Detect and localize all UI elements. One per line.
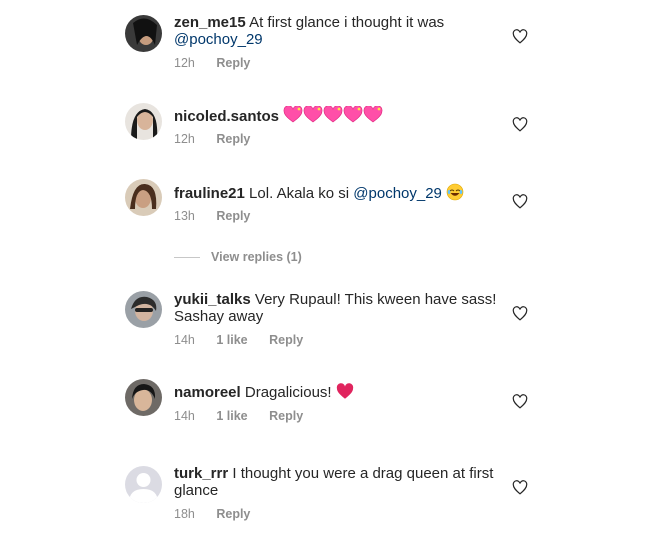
timestamp: 18h (174, 507, 195, 521)
mention-link[interactable]: @pochoy_29 (353, 185, 442, 202)
username[interactable]: zen_me15 (174, 14, 246, 31)
comment-text: At first glance i thought it was (249, 14, 445, 31)
timestamp: 14h (174, 409, 195, 423)
divider-line (174, 257, 200, 259)
heart-outline-icon[interactable] (512, 306, 528, 321)
reply-button[interactable]: Reply (216, 507, 250, 521)
red-heart-emoji (336, 383, 354, 404)
username[interactable]: frauline21 (174, 185, 245, 202)
laughing-face-emoji (446, 183, 464, 205)
timestamp: 12h (174, 56, 195, 70)
reply-button[interactable]: Reply (216, 56, 250, 70)
heart-outline-icon[interactable] (512, 480, 528, 495)
likes-count[interactable]: 1 like (216, 333, 247, 347)
avatar[interactable] (125, 466, 162, 503)
avatar[interactable] (125, 291, 162, 328)
view-replies-label: View replies (1) (211, 250, 302, 264)
reply-button[interactable]: Reply (269, 409, 303, 423)
sparkling-heart-emojis (283, 105, 383, 128)
avatar[interactable] (125, 103, 162, 140)
avatar[interactable] (125, 15, 162, 52)
heart-outline-icon[interactable] (512, 394, 528, 409)
comment-text: Lol. Akala ko si (249, 185, 350, 202)
username[interactable]: namoreel (174, 384, 241, 401)
avatar[interactable] (125, 379, 162, 416)
avatar[interactable] (125, 179, 162, 216)
username[interactable]: yukii_talks (174, 291, 251, 308)
username[interactable]: nicoled.santos (174, 108, 279, 125)
heart-outline-icon[interactable] (512, 117, 528, 132)
timestamp: 14h (174, 333, 195, 347)
comment-text: Dragalicious! (244, 384, 332, 401)
reply-button[interactable]: Reply (269, 333, 303, 347)
reply-button[interactable]: Reply (216, 209, 250, 223)
heart-outline-icon[interactable] (512, 29, 528, 44)
view-replies-button[interactable]: View replies (1) (174, 249, 302, 265)
timestamp: 13h (174, 209, 195, 223)
reply-button[interactable]: Reply (216, 132, 250, 146)
timestamp: 12h (174, 132, 195, 146)
likes-count[interactable]: 1 like (216, 409, 247, 423)
heart-outline-icon[interactable] (512, 194, 528, 209)
mention-link[interactable]: @pochoy_29 (174, 31, 263, 48)
username[interactable]: turk_rrr (174, 465, 228, 482)
